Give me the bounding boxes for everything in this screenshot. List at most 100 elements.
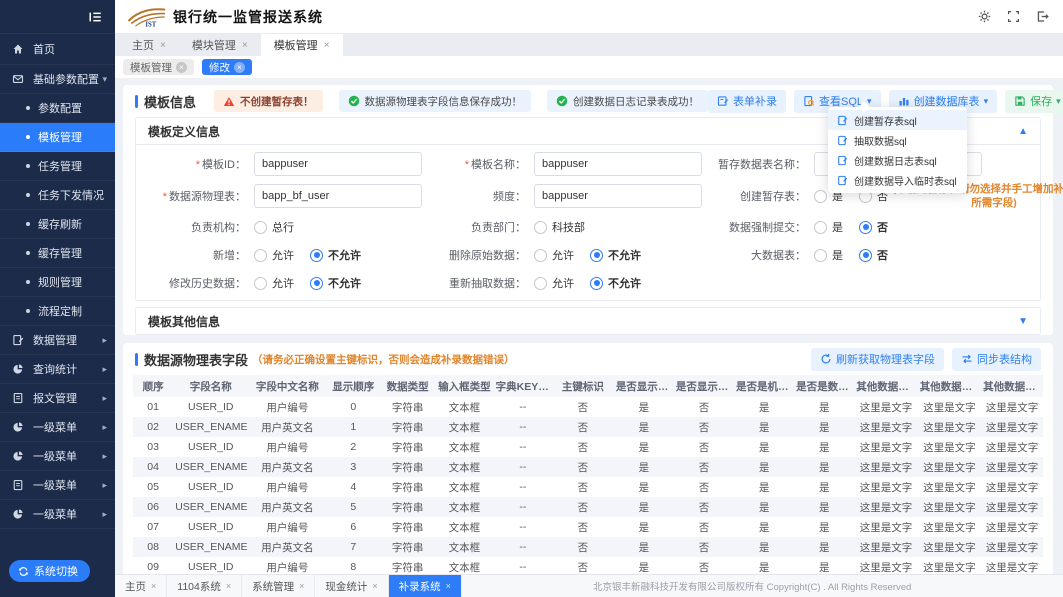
bottom-tab-1104系统[interactable]: 1104系统× bbox=[167, 575, 242, 597]
table-row-8[interactable]: 08USER_ENAME用户英文名7字符串文本框--否是否是是这里是文字这里是文… bbox=[133, 537, 1043, 557]
cell: 这里是文字 bbox=[981, 497, 1043, 517]
sidebar-item-参数配置-2[interactable]: 参数配置 bbox=[0, 94, 115, 123]
sidebar-item-规则管理-8[interactable]: 规则管理 bbox=[0, 268, 115, 297]
radio-option-不允许[interactable]: 不允许 bbox=[590, 247, 641, 263]
sidebar-item-查询统计-11[interactable]: 查询统计▸ bbox=[0, 355, 115, 384]
模板名称-input[interactable] bbox=[534, 152, 702, 176]
breadcrumb-chip-修改[interactable]: 修改× bbox=[202, 59, 252, 75]
sidebar-item-流程定制-9[interactable]: 流程定制 bbox=[0, 297, 115, 326]
radio-option-允许[interactable]: 允许 bbox=[254, 247, 294, 263]
close-icon[interactable]: × bbox=[299, 581, 304, 591]
radio-option-总行[interactable]: 总行 bbox=[254, 219, 294, 235]
bottom-tab-系统管理[interactable]: 系统管理× bbox=[242, 575, 315, 597]
radio-checked-icon[interactable] bbox=[310, 277, 323, 290]
dropdown-item-抽取数据sql[interactable]: 抽取数据sql bbox=[828, 130, 967, 150]
close-icon[interactable]: × bbox=[226, 581, 231, 591]
sidebar-item-一级菜单-16[interactable]: 一级菜单▸ bbox=[0, 500, 115, 529]
radio-unchecked-icon[interactable] bbox=[534, 277, 547, 290]
hamburger-menu-icon[interactable] bbox=[88, 10, 103, 24]
radio-option-否[interactable]: 否 bbox=[859, 247, 888, 263]
cell: 否 bbox=[674, 417, 734, 437]
sidebar-item-任务管理-4[interactable]: 任务管理 bbox=[0, 152, 115, 181]
top-tab-模板管理[interactable]: 模板管理× bbox=[261, 34, 343, 56]
sidebar-item-任务下发情况-5[interactable]: 任务下发情况 bbox=[0, 181, 115, 210]
breadcrumb-chip-模板管理[interactable]: 模板管理× bbox=[123, 59, 194, 75]
close-icon[interactable]: × bbox=[324, 40, 330, 51]
close-icon[interactable]: × bbox=[160, 40, 166, 51]
close-icon[interactable]: × bbox=[242, 40, 248, 51]
dropdown-item-创建数据日志表sql[interactable]: 创建数据日志表sql bbox=[828, 150, 967, 170]
保存-button[interactable]: 保存▾ bbox=[1005, 90, 1063, 113]
radio-option-是[interactable]: 是 bbox=[814, 219, 843, 235]
sidebar-item-模板管理-3[interactable]: 模板管理 bbox=[0, 123, 115, 152]
table-row-9[interactable]: 09USER_ID用户编号8字符串文本框--否是否是是这里是文字这里是文字这里是… bbox=[133, 557, 1043, 574]
table-row-3[interactable]: 03USER_ID用户编号2字符串文本框--否是否是是这里是文字这里是文字这里是… bbox=[133, 437, 1043, 457]
radio-option-不允许[interactable]: 不允许 bbox=[590, 275, 641, 291]
bottom-tab-主页[interactable]: 主页× bbox=[115, 575, 167, 597]
radio-unchecked-icon[interactable] bbox=[254, 221, 267, 234]
radio-checked-icon[interactable] bbox=[310, 249, 323, 262]
radio-unchecked-icon[interactable] bbox=[814, 221, 827, 234]
table-row-5[interactable]: 05USER_ID用户编号4字符串文本框--否是否是是这里是文字这里是文字这里是… bbox=[133, 477, 1043, 497]
sidebar-item-缓存刷新-6[interactable]: 缓存刷新 bbox=[0, 210, 115, 239]
radio-checked-icon[interactable] bbox=[859, 249, 872, 262]
close-icon[interactable]: × bbox=[446, 581, 451, 591]
table-row-2[interactable]: 02USER_ENAME用户英文名1字符串文本框--否是否是是这里是文字这里是文… bbox=[133, 417, 1043, 437]
close-icon[interactable]: × bbox=[151, 581, 156, 591]
radio-option-否[interactable]: 否 bbox=[859, 219, 888, 235]
radio-unchecked-icon[interactable] bbox=[254, 249, 267, 262]
bottom-tab-补录系统[interactable]: 补录系统× bbox=[389, 575, 462, 597]
top-tab-主页[interactable]: 主页× bbox=[119, 34, 179, 56]
radio-option-允许[interactable]: 允许 bbox=[534, 247, 574, 263]
radio-option-是[interactable]: 是 bbox=[814, 247, 843, 263]
logout-icon[interactable] bbox=[1036, 10, 1049, 23]
radio-checked-icon[interactable] bbox=[590, 249, 603, 262]
top-tab-模块管理[interactable]: 模块管理× bbox=[179, 34, 261, 56]
radio-unchecked-icon[interactable] bbox=[534, 221, 547, 234]
数据源物理表-input[interactable] bbox=[254, 184, 422, 208]
radio-checked-icon[interactable] bbox=[859, 221, 872, 234]
system-switch-button[interactable]: 系统切换 bbox=[9, 560, 90, 582]
radio-unchecked-icon[interactable] bbox=[814, 249, 827, 262]
collapse-down-icon[interactable]: ▼ bbox=[1018, 316, 1028, 327]
close-icon[interactable]: × bbox=[372, 581, 377, 591]
table-row-4[interactable]: 04USER_ENAME用户英文名3字符串文本框--否是否是是这里是文字这里是文… bbox=[133, 457, 1043, 477]
fullscreen-icon[interactable] bbox=[1007, 10, 1020, 23]
dropdown-item-创建暂存表sql[interactable]: 创建暂存表sql bbox=[828, 110, 967, 130]
sidebar-item-基础参数配置-1[interactable]: 基础参数配置▾ bbox=[0, 65, 115, 94]
sidebar-item-一级菜单-14[interactable]: 一级菜单▸ bbox=[0, 442, 115, 471]
同步表结构-button[interactable]: 同步表结构 bbox=[952, 348, 1041, 371]
表单补录-button[interactable]: 表单补录 bbox=[708, 90, 786, 113]
sidebar-item-首页-0[interactable]: 首页 bbox=[0, 34, 115, 65]
sidebar-item-一级菜单-13[interactable]: 一级菜单▸ bbox=[0, 413, 115, 442]
close-circle-icon[interactable]: × bbox=[176, 62, 187, 73]
radio-option-不允许[interactable]: 不允许 bbox=[310, 247, 361, 263]
radio-unchecked-icon[interactable] bbox=[534, 249, 547, 262]
sidebar-item-报文管理-12[interactable]: 报文管理▸ bbox=[0, 384, 115, 413]
刷新获取物理表字段-button[interactable]: 刷新获取物理表字段 bbox=[811, 348, 944, 371]
table-row-7[interactable]: 07USER_ID用户编号6字符串文本框--否是否是是这里是文字这里是文字这里是… bbox=[133, 517, 1043, 537]
模板ID-input[interactable] bbox=[254, 152, 422, 176]
radio-option-允许[interactable]: 允许 bbox=[254, 275, 294, 291]
collapse-up-icon[interactable]: ▲ bbox=[1018, 126, 1028, 137]
table-row-6[interactable]: 06USER_ENAME用户英文名5字符串文本框--否是否是是这里是文字这里是文… bbox=[133, 497, 1043, 517]
sidebar-item-缓存管理-7[interactable]: 缓存管理 bbox=[0, 239, 115, 268]
settings-icon[interactable] bbox=[978, 10, 991, 23]
dropdown-item-创建数据导入临时表sql[interactable]: 创建数据导入临时表sql bbox=[828, 170, 967, 190]
radio-option-科技部[interactable]: 科技部 bbox=[534, 219, 585, 235]
close-circle-icon[interactable]: × bbox=[234, 62, 245, 73]
sidebar-header bbox=[0, 0, 115, 34]
radio-unchecked-icon[interactable] bbox=[814, 190, 827, 203]
radio-checked-icon[interactable] bbox=[590, 277, 603, 290]
template-other-header[interactable]: 模板其他信息 ▼ bbox=[136, 308, 1040, 334]
radio-option-允许[interactable]: 允许 bbox=[534, 275, 574, 291]
频度-input[interactable] bbox=[534, 184, 702, 208]
table-row-1[interactable]: 01USER_ID用户编号0字符串文本框--否是否是是这里是文字这里是文字这里是… bbox=[133, 397, 1043, 417]
bullet-icon bbox=[26, 135, 30, 139]
sidebar-item-数据管理-10[interactable]: 数据管理▸ bbox=[0, 326, 115, 355]
bottom-tab-现金统计[interactable]: 现金统计× bbox=[315, 575, 388, 597]
radio-option-不允许[interactable]: 不允许 bbox=[310, 275, 361, 291]
sidebar: 首页基础参数配置▾参数配置模板管理任务管理任务下发情况缓存刷新缓存管理规则管理流… bbox=[0, 0, 115, 597]
sidebar-item-一级菜单-15[interactable]: 一级菜单▸ bbox=[0, 471, 115, 500]
radio-unchecked-icon[interactable] bbox=[254, 277, 267, 290]
